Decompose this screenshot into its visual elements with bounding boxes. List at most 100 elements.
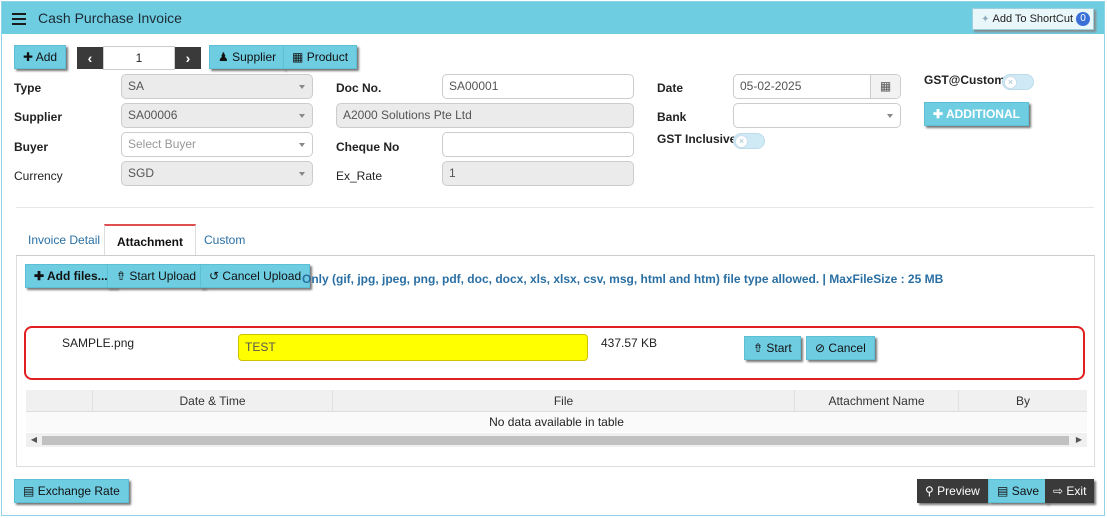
- preview-button[interactable]: ⚲ Preview: [917, 479, 988, 503]
- attachment-panel: ✚ Add files... ⇮ Start Upload ↺ Cancel U…: [16, 255, 1095, 467]
- exit-button[interactable]: ⇨ Exit: [1045, 479, 1095, 503]
- start-file-label: Start: [766, 341, 792, 355]
- supplier-select[interactable]: SA00006: [121, 103, 313, 128]
- type-select[interactable]: SA: [121, 74, 313, 99]
- save-icon: ▤: [997, 484, 1009, 498]
- date-label: Date: [657, 81, 684, 95]
- exit-label: Exit: [1066, 484, 1087, 498]
- product-button-label: Product: [306, 50, 349, 64]
- type-value: SA: [128, 79, 145, 93]
- upload-icon: ⇮: [753, 341, 764, 355]
- supplier-name-field: A2000 Solutions Pte Ltd: [336, 103, 634, 128]
- horizontal-scrollbar[interactable]: ◀ ▶: [26, 433, 1087, 447]
- empty-table-message: No data available in table: [26, 412, 1087, 432]
- cancel-file-label: Cancel: [828, 341, 866, 355]
- product-button[interactable]: ▦ Product: [283, 45, 358, 69]
- sign-out-icon: ⇨: [1053, 484, 1064, 498]
- calendar-icon[interactable]: ▦: [870, 75, 900, 98]
- pending-file-size: 437.57 KB: [601, 336, 658, 350]
- add-to-shortcut-button[interactable]: ✦ Add To ShortCut 0: [972, 8, 1094, 30]
- additional-label: ADDITIONAL: [945, 107, 1020, 121]
- add-files-label: Add files...: [46, 269, 108, 283]
- date-input[interactable]: 05-02-2025 ▦: [733, 74, 901, 99]
- supplier-label: Supplier: [14, 110, 63, 124]
- ex-rate-label: Ex_Rate: [336, 169, 383, 183]
- gst-inclusive-toggle[interactable]: ×: [733, 133, 765, 149]
- page-title: Cash Purchase Invoice: [38, 10, 182, 26]
- cheque-no-label: Cheque No: [336, 140, 400, 154]
- supplier-button-label: Supplier: [232, 50, 277, 64]
- supplier-button[interactable]: ♟ Supplier: [209, 45, 286, 69]
- title-bar: Cash Purchase Invoice ✦ Add To ShortCut 0: [2, 2, 1104, 34]
- chevron-right-icon: ›: [185, 50, 191, 66]
- cancel-file-button[interactable]: ⊘ Cancel: [806, 336, 875, 360]
- prev-record-button[interactable]: ‹: [77, 47, 103, 69]
- add-files-button[interactable]: ✚ Add files...: [25, 264, 117, 288]
- buyer-placeholder: Select Buyer: [128, 137, 197, 151]
- table-header: Date & Time File Attachment Name By: [26, 390, 1087, 412]
- chevron-left-icon: ‹: [87, 50, 93, 66]
- undo-icon: ↺: [209, 269, 220, 283]
- column-header[interactable]: File: [332, 390, 794, 412]
- app-window: Cash Purchase Invoice ✦ Add To ShortCut 0…: [1, 1, 1105, 516]
- shortcut-count-badge: 0: [1076, 12, 1090, 26]
- chevron-down-icon: [887, 114, 893, 118]
- buyer-select[interactable]: Select Buyer: [121, 132, 313, 157]
- plus-icon: ✚: [933, 107, 944, 121]
- ex-rate-input[interactable]: 1: [442, 161, 634, 186]
- search-icon: ⚲: [925, 484, 934, 498]
- exchange-rate-button[interactable]: ▤ Exchange Rate: [14, 479, 129, 503]
- type-label: Type: [14, 81, 42, 95]
- chevron-down-icon: [299, 143, 305, 147]
- attachment-name-input[interactable]: TEST: [238, 334, 588, 361]
- menu-icon[interactable]: [12, 13, 26, 25]
- additional-button[interactable]: ✚ ADDITIONAL: [924, 102, 1029, 126]
- buyer-label: Buyer: [14, 140, 49, 154]
- cancel-upload-label: Cancel Upload: [222, 269, 302, 283]
- column-header[interactable]: Date & Time: [92, 390, 332, 412]
- toggle-off-icon: ×: [1004, 76, 1017, 89]
- plus-icon: ✚: [34, 269, 45, 283]
- currency-select[interactable]: SGD: [121, 161, 313, 186]
- start-upload-button[interactable]: ⇮ Start Upload: [107, 264, 206, 288]
- currency-value: SGD: [128, 166, 155, 180]
- save-button[interactable]: ▤ Save: [988, 479, 1049, 503]
- chevron-down-icon: [299, 85, 305, 89]
- add-label: Add: [35, 50, 58, 64]
- doc-no-input[interactable]: SA00001: [442, 74, 634, 99]
- attachments-table: Date & Time File Attachment Name By No d…: [26, 390, 1087, 452]
- pending-upload-row: SAMPLE.png TEST 437.57 KB ⇮ Start ⊘ Canc…: [24, 326, 1085, 380]
- shortcut-label: Add To ShortCut: [992, 13, 1073, 25]
- chevron-down-icon: [299, 114, 305, 118]
- cheque-no-input[interactable]: [442, 132, 634, 157]
- gst-inclusive-label: GST Inclusive: [657, 132, 737, 146]
- ban-icon: ⊘: [815, 341, 826, 355]
- start-file-button[interactable]: ⇮ Start: [744, 336, 801, 360]
- preview-label: Preview: [937, 484, 980, 498]
- currency-label: Currency: [14, 169, 63, 183]
- scroll-left-icon[interactable]: ◀: [28, 433, 40, 447]
- pin-icon: ✦: [981, 14, 990, 25]
- next-record-button[interactable]: ›: [175, 47, 201, 69]
- supplier-value: SA00006: [128, 108, 178, 122]
- start-upload-label: Start Upload: [129, 269, 197, 283]
- scroll-right-icon[interactable]: ▶: [1073, 433, 1085, 447]
- column-header[interactable]: By: [958, 390, 1087, 412]
- tab-custom[interactable]: Custom: [192, 224, 257, 256]
- upload-icon: ⇮: [116, 269, 127, 283]
- save-label: Save: [1011, 484, 1040, 498]
- exchange-rate-label: Exchange Rate: [37, 484, 120, 498]
- tab-attachment[interactable]: Attachment: [104, 224, 197, 256]
- toggle-off-icon: ×: [735, 135, 748, 148]
- bank-label: Bank: [657, 110, 687, 124]
- column-header[interactable]: Attachment Name: [794, 390, 958, 412]
- cancel-upload-button[interactable]: ↺ Cancel Upload: [200, 264, 311, 288]
- doc-no-label: Doc No.: [336, 81, 382, 95]
- tab-invoice-detail[interactable]: Invoice Detail: [16, 224, 112, 256]
- money-icon: ▤: [23, 484, 35, 498]
- add-button[interactable]: ✚ Add: [14, 45, 67, 69]
- record-number-input[interactable]: 1: [103, 46, 175, 70]
- scrollbar-thumb[interactable]: [42, 436, 1069, 445]
- gst-custom-toggle[interactable]: ×: [1002, 74, 1034, 90]
- bank-select[interactable]: [733, 103, 901, 128]
